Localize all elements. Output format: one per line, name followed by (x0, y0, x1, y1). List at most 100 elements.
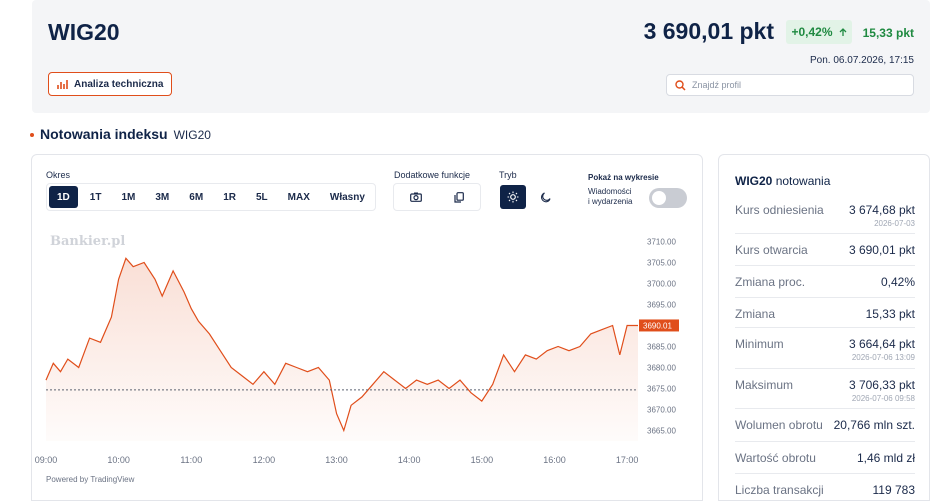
arrow-up-icon (839, 27, 846, 36)
detail-label: Kurs otwarcia (735, 243, 808, 257)
details-title-ticker: WIG20 (735, 174, 773, 188)
period-5l[interactable]: 5L (246, 184, 278, 210)
period-1d[interactable]: 1D (49, 186, 78, 208)
price-chart[interactable]: Bankier.pl 3710.00 3705.00 3700.00 3695.00 36… (32, 221, 702, 481)
detail-value: 20,766 mln szt. (833, 418, 915, 432)
period-custom[interactable]: Własny (320, 184, 375, 210)
news-toggle-label-line1: Wiadomości (588, 187, 632, 196)
detail-row: Kurs otwarcia 3 690,01 pkt (735, 243, 915, 257)
change-absolute: 15,33 pkt (862, 26, 914, 40)
detail-label: Kurs odniesienia (735, 203, 824, 217)
detail-row: Wolumen obrotu 20,766 mln szt. (735, 418, 915, 432)
period-3m[interactable]: 3M (145, 184, 179, 210)
detail-value-group: 3 690,01 pkt (849, 243, 915, 257)
detail-divider (735, 233, 915, 234)
copy-icon[interactable] (454, 191, 464, 203)
detail-row: Minimum 3 664,64 pkt 2026-07-06 13:09 (735, 337, 915, 362)
x-tick-label: 14:00 (398, 455, 421, 465)
detail-divider (735, 327, 915, 328)
detail-subvalue: 2026-07-03 (874, 219, 915, 228)
x-tick-label: 17:00 (616, 455, 639, 465)
y-tick-label: 3670.00 (647, 406, 676, 415)
y-tick-label: 3685.00 (647, 343, 676, 352)
news-toggle-label: Wiadomości i wydarzenia (588, 187, 632, 207)
camera-icon[interactable] (410, 192, 422, 202)
tools-group (393, 183, 481, 211)
quote-details-card: WIG20 notowania Kurs odniesienia 3 674,68… (718, 154, 930, 501)
profile-search-input[interactable]: Znajdź profil (666, 74, 914, 96)
change-percent-value: +0,42% (791, 25, 833, 39)
x-tick-label: 11:00 (180, 455, 202, 465)
x-tick-label: 13:00 (325, 455, 348, 465)
y-tick-label: 3675.00 (647, 385, 676, 394)
mode-label: Tryb (499, 170, 517, 180)
detail-label: Zmiana (735, 307, 776, 321)
detail-row: Zmiana proc. 0,42% (735, 275, 915, 289)
detail-value-group: 15,33 pkt (866, 307, 915, 321)
detail-subvalue: 2026-07-06 09:58 (851, 394, 915, 403)
period-6m[interactable]: 6M (179, 184, 213, 210)
x-tick-label: 15:00 (471, 455, 494, 465)
detail-divider (735, 408, 915, 409)
detail-value: 15,33 pkt (865, 307, 915, 321)
detail-value-group: 3 706,33 pkt 2026-07-06 09:58 (849, 378, 915, 403)
ticker-symbol: WIG20 (48, 19, 120, 45)
section-title-text: Notowania indeksu (40, 126, 168, 142)
detail-value: 3 674,68 pkt (848, 203, 915, 217)
technical-analysis-label: Analiza techniczna (74, 78, 164, 90)
y-tick-label: 3700.00 (647, 280, 676, 289)
detail-value: 0,42% (880, 275, 915, 289)
bankier-watermark: Bankier.pl (50, 234, 125, 249)
detail-label: Wolumen obrotu (735, 418, 823, 432)
section-subtitle: WIG20 (173, 128, 211, 142)
detail-label: Zmiana proc. (735, 275, 806, 289)
detail-divider (735, 368, 915, 369)
detail-value-group: 3 674,68 pkt 2026-07-03 (849, 203, 915, 228)
bar-chart-icon (57, 79, 68, 89)
technical-analysis-button[interactable]: Analiza techniczna (48, 72, 173, 96)
detail-subvalue: 2026-07-06 13:09 (851, 353, 915, 362)
detail-value-group: 1,46 mld zł (857, 451, 915, 465)
period-max[interactable]: MAX (278, 184, 320, 210)
quote-datetime: Pon. 06.07.2026, 17:15 (810, 55, 914, 66)
detail-value: 3 664,64 pkt (848, 337, 915, 351)
change-percent-badge: +0,42% (786, 20, 852, 44)
detail-label: Liczba transakcji (735, 483, 824, 497)
moon-icon (540, 191, 551, 202)
detail-divider (735, 441, 915, 442)
period-1m[interactable]: 1M (111, 184, 145, 210)
detail-value-group: 3 664,64 pkt 2026-07-06 13:09 (849, 337, 915, 362)
powered-by-tradingview[interactable]: Powered by TradingView (46, 475, 134, 484)
detail-row: Maksimum 3 706,33 pkt 2026-07-06 09:58 (735, 378, 915, 403)
detail-label: Maksimum (735, 378, 794, 392)
y-tick-label: 3680.00 (647, 364, 676, 373)
period-label: Okres (46, 170, 71, 180)
detail-row: Kurs odniesienia 3 674,68 pkt 2026-07-03 (735, 203, 915, 228)
detail-row: Liczba transakcji 119 783 (735, 483, 915, 497)
period-1r[interactable]: 1R (213, 184, 246, 210)
y-tick-label: 3695.00 (647, 301, 676, 310)
quote-header: WIG20 3 690,01 pkt +0,42% 15,33 pkt Pon.… (32, 0, 930, 113)
details-title: WIG20 notowania (735, 174, 830, 188)
detail-label: Minimum (735, 337, 784, 351)
details-title-rest: notowania (775, 174, 831, 188)
detail-divider (735, 297, 915, 298)
chart-card: Okres 1D 1T 1M 3M 6M 1R 5L MAX Własny Do… (31, 154, 703, 501)
news-toggle[interactable] (649, 188, 687, 208)
mode-selector (500, 183, 558, 211)
y-tick-label: 3710.00 (647, 238, 676, 247)
last-price-label: 3690.01 (643, 321, 672, 330)
dark-mode-button[interactable] (532, 185, 558, 209)
sun-icon (507, 191, 519, 203)
x-tick-label: 12:00 (253, 455, 276, 465)
x-tick-label: 16:00 (543, 455, 566, 465)
light-mode-button[interactable] (500, 185, 526, 209)
x-tick-label: 09:00 (35, 455, 58, 465)
period-1t[interactable]: 1T (80, 184, 112, 210)
search-placeholder: Znajdź profil (692, 80, 742, 90)
show-on-chart-label: Pokaż na wykresie (588, 173, 659, 182)
detail-value: 1,46 mld zł (856, 451, 915, 465)
y-tick-label: 3665.00 (647, 427, 676, 436)
tools-label: Dodatkowe funkcje (394, 170, 471, 180)
current-price: 3 690,01 pkt (643, 18, 774, 44)
